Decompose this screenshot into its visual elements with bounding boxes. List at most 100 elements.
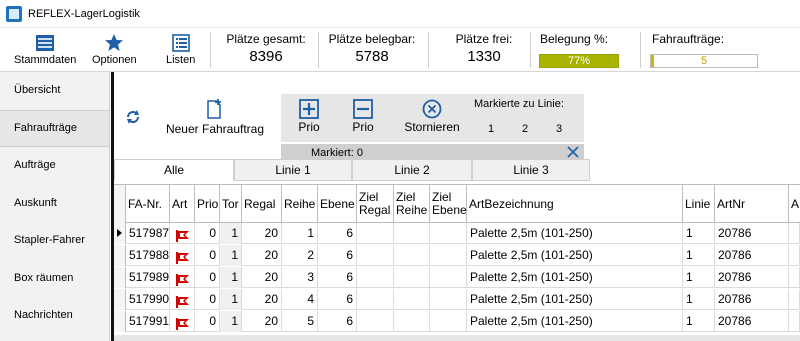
column-header-artbezeichnung[interactable]: ArtBezeichnung bbox=[467, 185, 683, 223]
table-row[interactable]: 517988 0 1 20 2 6 Palette 2,5m (101-250) 1 20786 bbox=[114, 245, 800, 266]
cell-ziel-ebene[interactable] bbox=[430, 311, 467, 332]
cell-ziel-ebene[interactable] bbox=[430, 289, 467, 310]
column-header-artnr[interactable]: ArtNr bbox=[715, 185, 789, 223]
cell-art[interactable] bbox=[170, 267, 195, 288]
new-fahrauftrag-button[interactable]: Neuer Fahrauftrag bbox=[162, 96, 268, 136]
cell-linie[interactable]: 1 bbox=[683, 267, 715, 288]
cell-prio[interactable]: 0 bbox=[195, 223, 220, 244]
cell-reihe[interactable]: 2 bbox=[282, 245, 318, 266]
cell-art[interactable] bbox=[170, 223, 195, 244]
cell-ziel-regal[interactable] bbox=[357, 289, 394, 310]
cell-prio[interactable]: 0 bbox=[195, 245, 220, 266]
cell-ziel-regal[interactable] bbox=[357, 267, 394, 288]
cell-ziel-ebene[interactable] bbox=[430, 223, 467, 244]
cell-artbezeichnung[interactable]: Palette 2,5m (101-250) bbox=[467, 289, 683, 310]
cell-prio[interactable]: 0 bbox=[195, 267, 220, 288]
cell-reihe[interactable]: 3 bbox=[282, 267, 318, 288]
nav-item-uebersicht[interactable]: Übersicht bbox=[0, 72, 109, 110]
tab-linie-3[interactable]: Linie 3 bbox=[472, 159, 590, 181]
cell-regal[interactable]: 20 bbox=[242, 223, 282, 244]
cell-tor[interactable]: 1 bbox=[220, 245, 242, 266]
cell-ziel-regal[interactable] bbox=[357, 311, 394, 332]
cell-ziel-reihe[interactable] bbox=[394, 223, 430, 244]
cell-fa-nr[interactable]: 517988 bbox=[126, 245, 170, 266]
row-selector[interactable] bbox=[114, 289, 126, 310]
cell-artnr[interactable]: 20786 bbox=[715, 223, 789, 244]
column-header-fa-nr[interactable]: FA-Nr. bbox=[126, 185, 170, 223]
cell-ziel-reihe[interactable] bbox=[394, 311, 430, 332]
nav-item-fahrauftraege[interactable]: Fahraufträge bbox=[0, 109, 109, 147]
column-header-tor[interactable]: Tor bbox=[220, 185, 242, 223]
cell-prio[interactable]: 0 bbox=[195, 289, 220, 310]
cell-tor[interactable]: 1 bbox=[220, 267, 242, 288]
cell-a[interactable] bbox=[789, 223, 800, 244]
prio-down-button[interactable]: Prio bbox=[343, 98, 383, 134]
cell-artbezeichnung[interactable]: Palette 2,5m (101-250) bbox=[467, 245, 683, 266]
prio-up-button[interactable]: Prio bbox=[289, 98, 329, 134]
column-header-prio[interactable]: Prio bbox=[195, 185, 220, 223]
cell-fa-nr[interactable]: 517989 bbox=[126, 267, 170, 288]
nav-item-nachrichten[interactable]: Nachrichten bbox=[0, 297, 109, 335]
row-selector[interactable] bbox=[114, 223, 126, 244]
column-header-ziel-ebene[interactable]: Ziel Ebene bbox=[430, 185, 467, 223]
cell-art[interactable] bbox=[170, 311, 195, 332]
table-row[interactable]: 517987 0 1 20 1 6 Palette 2,5m (101-250) 1 20786 bbox=[114, 223, 800, 244]
cell-ziel-ebene[interactable] bbox=[430, 245, 467, 266]
cell-artnr[interactable]: 20786 bbox=[715, 311, 789, 332]
table-row[interactable]: 517989 0 1 20 3 6 Palette 2,5m (101-250) 1 20786 bbox=[114, 267, 800, 288]
cell-artbezeichnung[interactable]: Palette 2,5m (101-250) bbox=[467, 267, 683, 288]
tab-linie-2[interactable]: Linie 2 bbox=[352, 159, 472, 181]
column-header-reihe[interactable]: Reihe bbox=[282, 185, 318, 223]
refresh-icon[interactable] bbox=[124, 108, 142, 129]
cell-fa-nr[interactable]: 517991 bbox=[126, 311, 170, 332]
stammdaten-button[interactable]: Stammdaten bbox=[14, 32, 76, 66]
cell-artnr[interactable]: 20786 bbox=[715, 245, 789, 266]
cell-regal[interactable]: 20 bbox=[242, 311, 282, 332]
cell-ebene[interactable]: 6 bbox=[318, 311, 357, 332]
cell-reihe[interactable]: 1 bbox=[282, 223, 318, 244]
line-button-3[interactable]: 3 bbox=[544, 118, 574, 140]
cell-tor[interactable]: 1 bbox=[220, 289, 242, 310]
cell-a[interactable] bbox=[789, 267, 800, 288]
optionen-button[interactable]: Optionen bbox=[92, 32, 137, 66]
cell-linie[interactable]: 1 bbox=[683, 289, 715, 310]
cell-art[interactable] bbox=[170, 245, 195, 266]
cell-artbezeichnung[interactable]: Palette 2,5m (101-250) bbox=[467, 223, 683, 244]
cell-ebene[interactable]: 6 bbox=[318, 245, 357, 266]
cell-fa-nr[interactable]: 517987 bbox=[126, 223, 170, 244]
cell-a[interactable] bbox=[789, 311, 800, 332]
column-header-linie[interactable]: Linie bbox=[683, 185, 715, 223]
cell-fa-nr[interactable]: 517990 bbox=[126, 289, 170, 310]
cell-ziel-reihe[interactable] bbox=[394, 267, 430, 288]
cell-ziel-regal[interactable] bbox=[357, 223, 394, 244]
cell-artbezeichnung[interactable]: Palette 2,5m (101-250) bbox=[467, 311, 683, 332]
cell-regal[interactable]: 20 bbox=[242, 289, 282, 310]
column-header-ziel-regal[interactable]: Ziel Regal bbox=[357, 185, 394, 223]
cell-artnr[interactable]: 20786 bbox=[715, 267, 789, 288]
nav-item-box-raeumen[interactable]: Box räumen bbox=[0, 260, 109, 298]
cell-ziel-ebene[interactable] bbox=[430, 267, 467, 288]
cell-ebene[interactable]: 6 bbox=[318, 289, 357, 310]
row-selector[interactable] bbox=[114, 267, 126, 288]
tab-alle[interactable]: Alle bbox=[114, 159, 234, 181]
cell-ziel-reihe[interactable] bbox=[394, 289, 430, 310]
column-header-a[interactable]: A bbox=[789, 185, 800, 223]
cell-linie[interactable]: 1 bbox=[683, 311, 715, 332]
cell-linie[interactable]: 1 bbox=[683, 223, 715, 244]
cell-ziel-reihe[interactable] bbox=[394, 245, 430, 266]
cell-tor[interactable]: 1 bbox=[220, 223, 242, 244]
stornieren-button[interactable]: Stornieren bbox=[397, 98, 467, 134]
column-header-regal[interactable]: Regal bbox=[242, 185, 282, 223]
cell-artnr[interactable]: 20786 bbox=[715, 289, 789, 310]
tab-linie-1[interactable]: Linie 1 bbox=[234, 159, 352, 181]
table-row[interactable]: 517990 0 1 20 4 6 Palette 2,5m (101-250) 1 20786 bbox=[114, 289, 800, 310]
line-button-2[interactable]: 2 bbox=[510, 118, 540, 140]
cell-regal[interactable]: 20 bbox=[242, 267, 282, 288]
cell-a[interactable] bbox=[789, 289, 800, 310]
cell-prio[interactable]: 0 bbox=[195, 311, 220, 332]
line-button-1[interactable]: 1 bbox=[476, 118, 506, 140]
cell-regal[interactable]: 20 bbox=[242, 245, 282, 266]
cell-ziel-regal[interactable] bbox=[357, 245, 394, 266]
column-header-ziel-reihe[interactable]: Ziel Reihe bbox=[394, 185, 430, 223]
cell-art[interactable] bbox=[170, 289, 195, 310]
